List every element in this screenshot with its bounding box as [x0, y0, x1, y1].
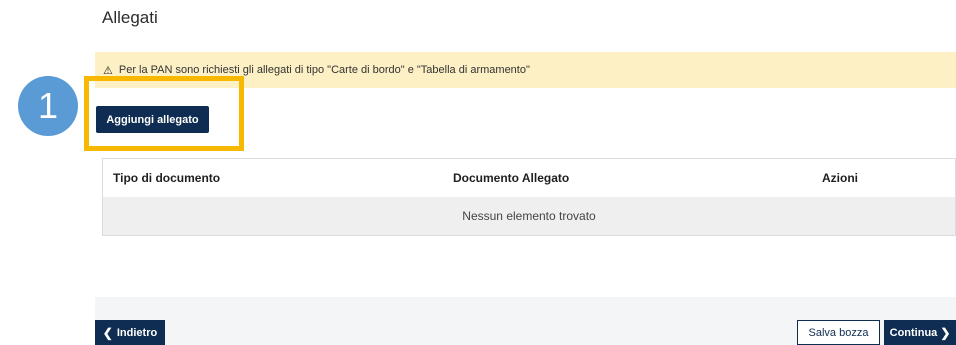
- alert-text: Per la PAN sono richiesti gli allegati d…: [118, 64, 530, 76]
- section-title: Allegati: [102, 8, 158, 27]
- save-draft-button[interactable]: Salva bozza: [797, 320, 880, 345]
- warning-alert: ⚠ Per la PAN sono richiesti gli allegati…: [95, 52, 956, 88]
- column-header-document-type[interactable]: Tipo di documento: [113, 171, 220, 185]
- step-marker: 1: [18, 76, 78, 136]
- chevron-left-icon: ❮: [102, 325, 113, 340]
- chevron-right-icon: ❯: [940, 325, 951, 340]
- continue-button[interactable]: Continua ❯: [884, 320, 956, 345]
- add-attachment-button[interactable]: Aggiungi allegato: [96, 106, 209, 133]
- warning-icon: ⚠: [103, 64, 113, 77]
- attachments-table: Tipo di documento Documento Allegato Azi…: [102, 158, 956, 236]
- table-header: Tipo di documento Documento Allegato Azi…: [103, 159, 955, 198]
- continue-label: Continua: [889, 326, 938, 339]
- column-header-actions: Azioni: [822, 171, 858, 185]
- empty-row: Nessun elemento trovato: [103, 197, 955, 235]
- column-header-attached-document[interactable]: Documento Allegato: [453, 171, 569, 185]
- back-label: Indietro: [116, 326, 158, 339]
- back-button[interactable]: ❮ Indietro: [95, 320, 165, 345]
